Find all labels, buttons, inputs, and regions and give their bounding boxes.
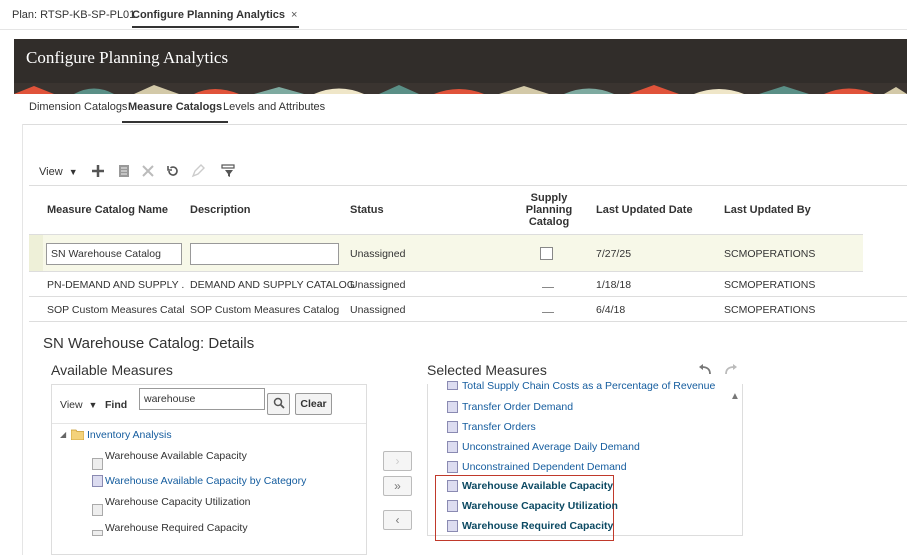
- measure-icon: [447, 520, 458, 532]
- edit-icon[interactable]: [191, 164, 205, 178]
- tab-configure-planning-analytics[interactable]: Configure Planning Analytics ×: [132, 0, 300, 28]
- view-label: View: [39, 166, 63, 178]
- column-header-last-updated-by[interactable]: Last Updated By: [724, 204, 811, 216]
- list-item[interactable]: Warehouse Available Capacity by Category: [105, 475, 306, 487]
- undo-icon[interactable]: [698, 364, 712, 376]
- date-cell: 1/18/18: [596, 279, 632, 291]
- list-item[interactable]: Warehouse Available Capacity: [105, 450, 247, 462]
- view-label: View: [60, 399, 83, 411]
- column-header-name[interactable]: Measure Catalog Name: [47, 204, 168, 216]
- column-header-status[interactable]: Status: [350, 204, 384, 216]
- column-header-last-updated-date[interactable]: Last Updated Date: [596, 204, 693, 216]
- tab-dimension-catalogs[interactable]: Dimension Catalogs: [29, 101, 127, 123]
- measure-icon: [92, 475, 103, 487]
- column-header-description[interactable]: Description: [190, 204, 251, 216]
- empty-dash: [542, 287, 554, 288]
- add-icon[interactable]: [91, 164, 105, 178]
- measure-icon: [92, 530, 103, 536]
- selected-item[interactable]: Unconstrained Dependent Demand: [462, 461, 627, 473]
- refresh-icon[interactable]: [166, 164, 180, 178]
- search-icon: [273, 397, 285, 409]
- available-measures-title: Available Measures: [51, 362, 173, 378]
- search-button[interactable]: [267, 393, 290, 415]
- row-selector: [29, 235, 43, 271]
- selected-measures-title: Selected Measures: [427, 362, 547, 378]
- updated-by-cell: SCMOPERATIONS: [724, 304, 816, 316]
- supply-planning-checkbox[interactable]: [540, 247, 553, 260]
- status-cell: Unassigned: [350, 304, 406, 316]
- measure-icon: [92, 504, 103, 516]
- redo-icon[interactable]: [724, 364, 738, 376]
- view-menu[interactable]: View ▼: [39, 166, 78, 178]
- list-item[interactable]: Warehouse Capacity Utilization: [105, 496, 251, 508]
- tab-label: Configure Planning Analytics: [132, 9, 285, 21]
- collapse-triangle-icon[interactable]: ◢: [60, 430, 66, 439]
- measure-icon: [447, 381, 458, 390]
- updated-by-cell: SCMOPERATIONS: [724, 279, 816, 291]
- chevron-down-icon: ▼: [68, 167, 78, 177]
- details-title: SN Warehouse Catalog: Details: [43, 335, 255, 352]
- available-view-menu[interactable]: View ▼: [60, 399, 97, 411]
- status-cell: Unassigned: [350, 248, 406, 260]
- scroll-up-icon[interactable]: ▲: [730, 391, 740, 402]
- tab-levels-and-attributes[interactable]: Levels and Attributes: [223, 101, 325, 123]
- date-cell: 7/27/25: [596, 248, 632, 260]
- measure-icon: [447, 441, 458, 453]
- measure-icon: [92, 458, 103, 470]
- catalog-name-input[interactable]: SN Warehouse Catalog: [46, 243, 182, 265]
- selected-item[interactable]: Warehouse Required Capacity: [462, 520, 613, 532]
- description-cell: SOP Custom Measures Catalog: [190, 304, 340, 316]
- duplicate-icon[interactable]: [117, 164, 131, 178]
- close-icon[interactable]: ×: [291, 9, 297, 21]
- decorative-pattern: [14, 83, 907, 94]
- selected-item[interactable]: Warehouse Capacity Utilization: [462, 500, 618, 512]
- search-input[interactable]: [139, 388, 265, 410]
- page-header: Configure Planning Analytics: [14, 39, 907, 94]
- updated-by-cell: SCMOPERATIONS: [724, 248, 816, 260]
- date-cell: 6/4/18: [596, 304, 626, 316]
- measure-icon: [447, 500, 458, 512]
- column-header-supply-planning-catalog[interactable]: Supply Planning Catalog: [522, 192, 576, 228]
- selected-item[interactable]: Warehouse Available Capacity: [462, 480, 613, 492]
- move-all-button[interactable]: »: [383, 476, 412, 496]
- filter-icon[interactable]: [221, 164, 235, 178]
- selected-item[interactable]: Transfer Order Demand: [462, 401, 573, 413]
- measure-icon: [447, 421, 458, 433]
- selected-item[interactable]: Transfer Orders: [462, 421, 536, 433]
- folder-icon: [71, 429, 84, 440]
- catalog-name-cell[interactable]: SOP Custom Measures Catal...: [47, 304, 185, 316]
- measure-icon: [447, 480, 458, 492]
- measure-icon: [447, 461, 458, 473]
- clear-button[interactable]: Clear: [295, 393, 332, 415]
- selected-item[interactable]: Unconstrained Average Daily Demand: [462, 441, 640, 453]
- find-label: Find: [105, 399, 128, 411]
- page-title: Configure Planning Analytics: [26, 48, 229, 67]
- measure-icon: [447, 401, 458, 413]
- selected-item[interactable]: Total Supply Chain Costs as a Percentage…: [462, 380, 715, 392]
- status-cell: Unassigned: [350, 279, 406, 291]
- list-item[interactable]: Warehouse Required Capacity: [105, 522, 248, 534]
- chevron-down-icon: ▼: [88, 400, 98, 410]
- delete-icon[interactable]: [141, 164, 155, 178]
- catalog-name-cell[interactable]: PN-DEMAND AND SUPPLY ...: [47, 279, 185, 291]
- tab-measure-catalogs[interactable]: Measure Catalogs: [122, 101, 229, 123]
- empty-dash: [542, 312, 554, 313]
- description-cell: DEMAND AND SUPPLY CATALOG: [190, 279, 355, 291]
- description-input[interactable]: [190, 243, 339, 265]
- tab-plan[interactable]: Plan: RTSP-KB-SP-PL01: [12, 0, 135, 28]
- folder-inventory-analysis[interactable]: Inventory Analysis: [87, 429, 172, 441]
- move-button[interactable]: ›: [383, 451, 412, 471]
- remove-button[interactable]: ‹: [383, 510, 412, 530]
